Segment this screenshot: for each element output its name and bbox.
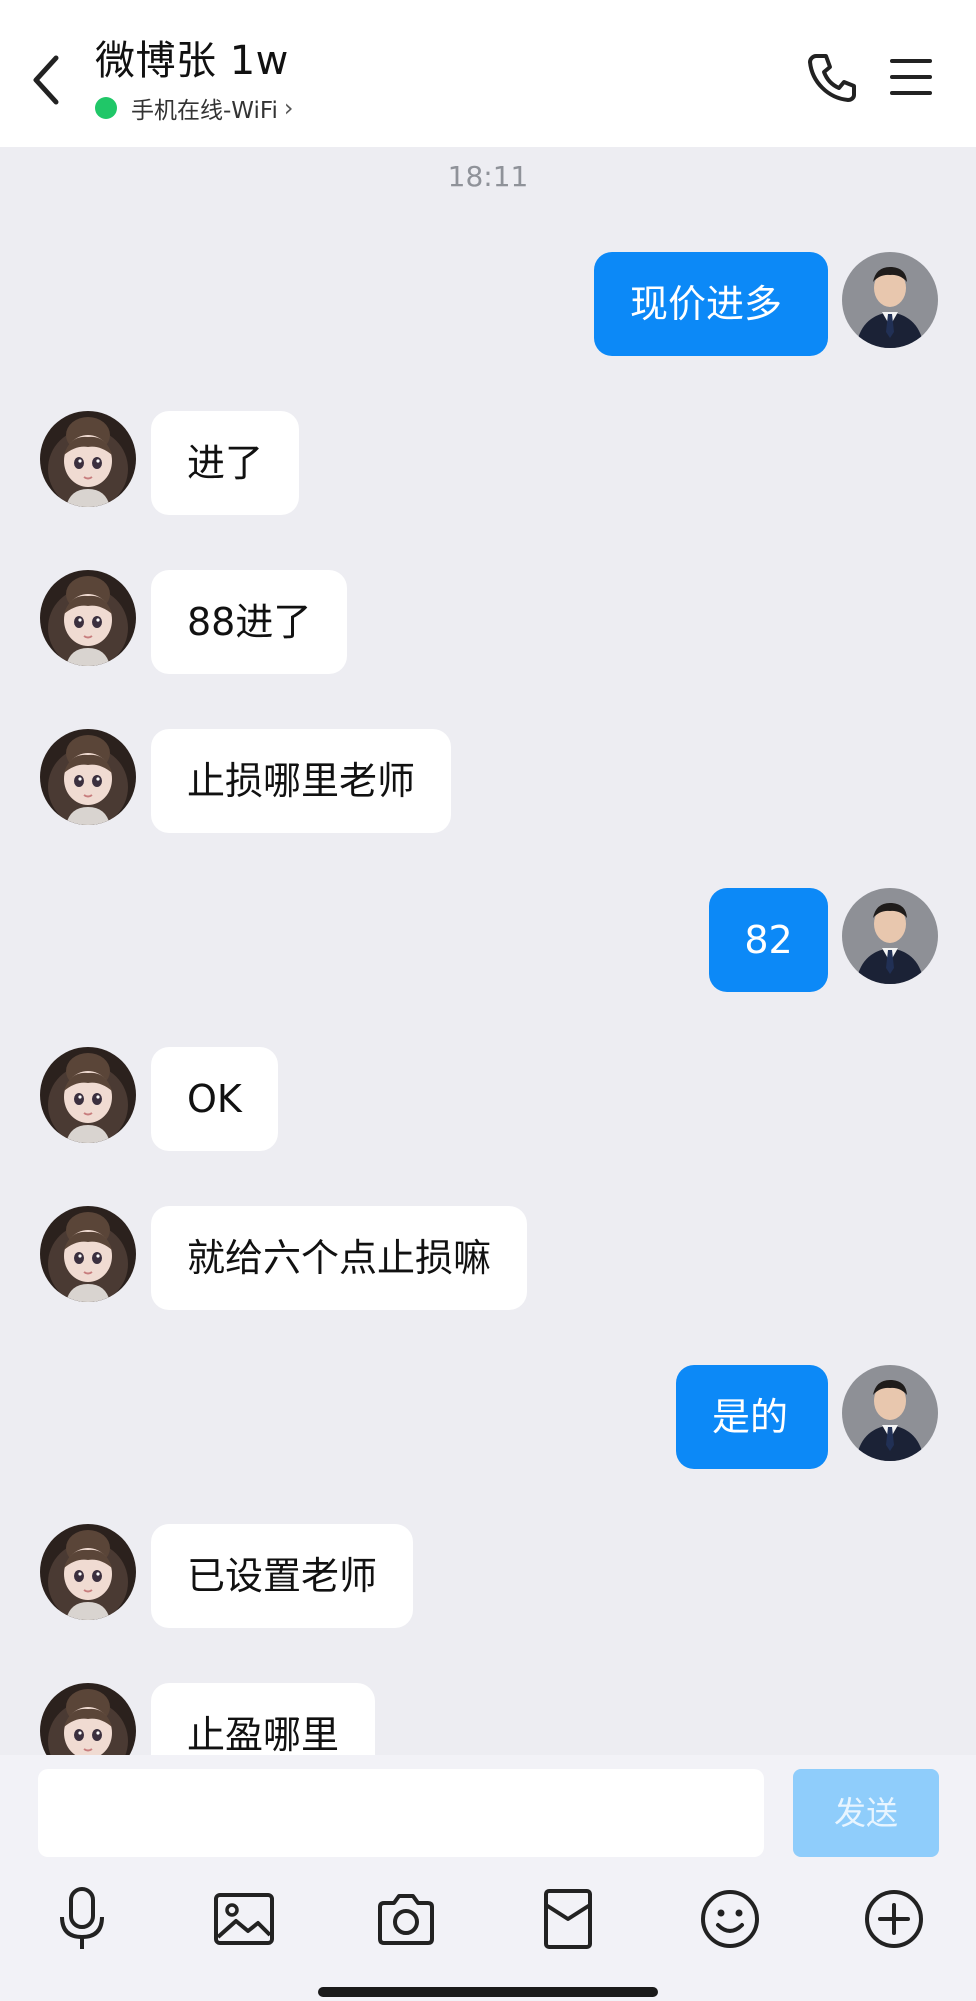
message-bubble-received[interactable]: 进了 xyxy=(151,411,300,515)
online-status-text: 手机在线-WiFi xyxy=(131,98,278,124)
message-bubble-received[interactable]: 已设置老师 xyxy=(151,1524,414,1628)
emoji-icon xyxy=(701,1890,759,1948)
message-bubble-received[interactable]: 88进了 xyxy=(151,570,348,674)
input-bar: 发送 xyxy=(0,1755,976,2001)
camera-icon xyxy=(378,1894,434,1945)
contact-avatar[interactable] xyxy=(40,570,136,666)
message-bubble-received[interactable]: 就给六个点止损嘛 xyxy=(151,1206,528,1310)
red-packet-icon xyxy=(544,1889,592,1949)
contact-avatar[interactable] xyxy=(40,411,136,507)
chevron-right-icon: › xyxy=(283,94,294,122)
message-bubble-sent[interactable]: 现价进多 xyxy=(594,252,828,356)
contact-avatar[interactable] xyxy=(40,1206,136,1302)
my-avatar[interactable] xyxy=(842,1365,938,1461)
online-status[interactable]: 手机在线-WiFi › xyxy=(95,92,293,124)
red-packet-button[interactable] xyxy=(534,1885,602,1953)
gallery-button[interactable] xyxy=(210,1885,278,1953)
message-bubble-sent[interactable]: 是的 xyxy=(676,1365,828,1469)
my-avatar[interactable] xyxy=(842,252,938,348)
home-indicator[interactable] xyxy=(318,1987,658,1997)
message-bubble-received[interactable]: 止损哪里老师 xyxy=(151,729,452,833)
contact-avatar[interactable] xyxy=(40,1524,136,1620)
message-timestamp: 18:11 xyxy=(447,160,529,193)
online-dot-icon xyxy=(95,97,117,119)
phone-icon xyxy=(808,54,856,102)
message-bubble-sent[interactable]: 82 xyxy=(709,888,828,992)
message-bubble-received[interactable]: OK xyxy=(151,1047,278,1151)
my-avatar[interactable] xyxy=(842,888,938,984)
contact-name[interactable]: 微博张 1w xyxy=(95,36,289,86)
emoji-button[interactable] xyxy=(696,1885,764,1953)
call-button[interactable] xyxy=(806,52,858,104)
contact-avatar[interactable] xyxy=(40,1047,136,1143)
more-button[interactable] xyxy=(860,1885,928,1953)
plus-icon xyxy=(865,1890,923,1948)
image-icon xyxy=(214,1893,274,1945)
send-button[interactable]: 发送 xyxy=(793,1769,939,1857)
menu-icon xyxy=(890,59,932,95)
back-button[interactable] xyxy=(28,52,68,108)
message-input[interactable] xyxy=(38,1769,764,1857)
chat-header: 微博张 1w 手机在线-WiFi › xyxy=(0,0,976,147)
voice-button[interactable] xyxy=(48,1885,116,1953)
camera-button[interactable] xyxy=(372,1885,440,1953)
menu-button[interactable] xyxy=(890,56,932,98)
microphone-icon xyxy=(60,1887,104,1949)
back-icon xyxy=(33,55,59,105)
contact-avatar[interactable] xyxy=(40,729,136,825)
